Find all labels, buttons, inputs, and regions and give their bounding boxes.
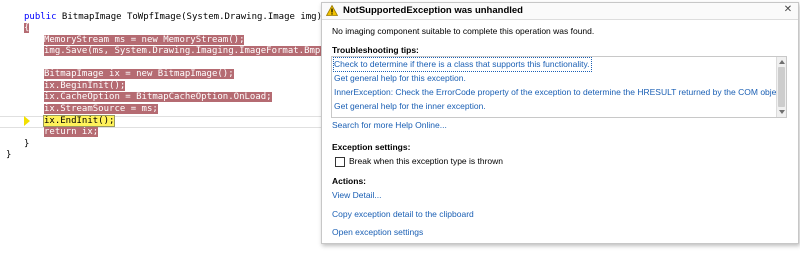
execution-arrow-icon [24, 116, 30, 126]
code-line[interactable]: MemoryStream ms = new MemoryStream(); [44, 35, 245, 46]
view-detail-link[interactable]: View Detail... [332, 190, 381, 200]
tip-inner-exception[interactable]: InnerException: Check the ErrorCode prop… [334, 86, 785, 99]
code-token: BitmapImage ToWpfImage(System.Drawing.Im… [56, 12, 323, 22]
break-on-exception-checkbox[interactable] [335, 157, 345, 167]
close-icon[interactable]: ✕ [782, 4, 794, 16]
exception-message: No imaging component suitable to complet… [332, 26, 595, 36]
exception-header: NotSupportedException was unhandled ✕ [322, 3, 798, 20]
exception-helper: NotSupportedException was unhandled ✕ No… [321, 2, 799, 244]
code-line[interactable]: ix.BeginInit(); [44, 81, 126, 92]
code-line[interactable]: BitmapImage ix = new BitmapImage(); [44, 69, 234, 80]
tips-scrollbar[interactable] [776, 57, 786, 117]
open-exception-settings-link[interactable]: Open exception settings [332, 227, 423, 237]
actions-title: Actions: [332, 176, 366, 186]
code-token: public [24, 12, 57, 22]
code-token: } [6, 150, 12, 160]
code-token: MemoryStream ms = new MemoryStream(); [44, 35, 245, 45]
code-line[interactable]: } [6, 150, 11, 161]
warning-icon [326, 5, 338, 16]
code-token: } [24, 139, 30, 149]
copy-detail-link[interactable]: Copy exception detail to the clipboard [332, 209, 474, 219]
code-token: ix.BeginInit(); [44, 81, 126, 91]
code-token: img.Save(ms, System.Drawing.Imaging.Imag… [44, 46, 332, 56]
exception-title: NotSupportedException was unhandled [343, 5, 523, 16]
code-line[interactable]: ix.StreamSource = ms; [44, 104, 158, 115]
tip-general-help[interactable]: Get general help for this exception. [334, 72, 774, 85]
code-token: return ix; [44, 127, 99, 137]
code-token: ix.EndInit(); [42, 115, 116, 127]
code-line[interactable]: { [24, 23, 30, 34]
code-token: { [24, 23, 30, 33]
tip-check-class[interactable]: Check to determine if there is a class t… [333, 57, 592, 72]
scroll-down-icon[interactable] [779, 110, 785, 114]
code-line[interactable]: ix.CacheOption = BitmapCacheOption.OnLoa… [44, 92, 272, 103]
break-on-exception-label[interactable]: Break when this exception type is thrown [349, 156, 503, 166]
tip-inner-help[interactable]: Get general help for the inner exception… [334, 100, 774, 113]
code-line[interactable]: ix.EndInit(); [42, 115, 116, 127]
troubleshooting-tips-list: Check to determine if there is a class t… [331, 56, 787, 118]
code-line[interactable]: public BitmapImage ToWpfImage(System.Dra… [24, 12, 322, 23]
troubleshooting-title: Troubleshooting tips: [332, 45, 419, 55]
code-token: BitmapImage ix = new BitmapImage(); [44, 69, 234, 79]
search-help-online-link[interactable]: Search for more Help Online... [332, 120, 447, 130]
code-line[interactable]: img.Save(ms, System.Drawing.Imaging.Imag… [44, 46, 332, 57]
code-line[interactable]: } [24, 139, 29, 150]
scroll-thumb[interactable] [778, 67, 785, 107]
code-token: ix.CacheOption = BitmapCacheOption.OnLoa… [44, 92, 272, 102]
code-token: ix.StreamSource = ms; [44, 104, 158, 114]
exception-settings-title: Exception settings: [332, 142, 411, 152]
code-line[interactable]: return ix; [44, 127, 99, 138]
scroll-up-icon[interactable] [779, 60, 785, 64]
